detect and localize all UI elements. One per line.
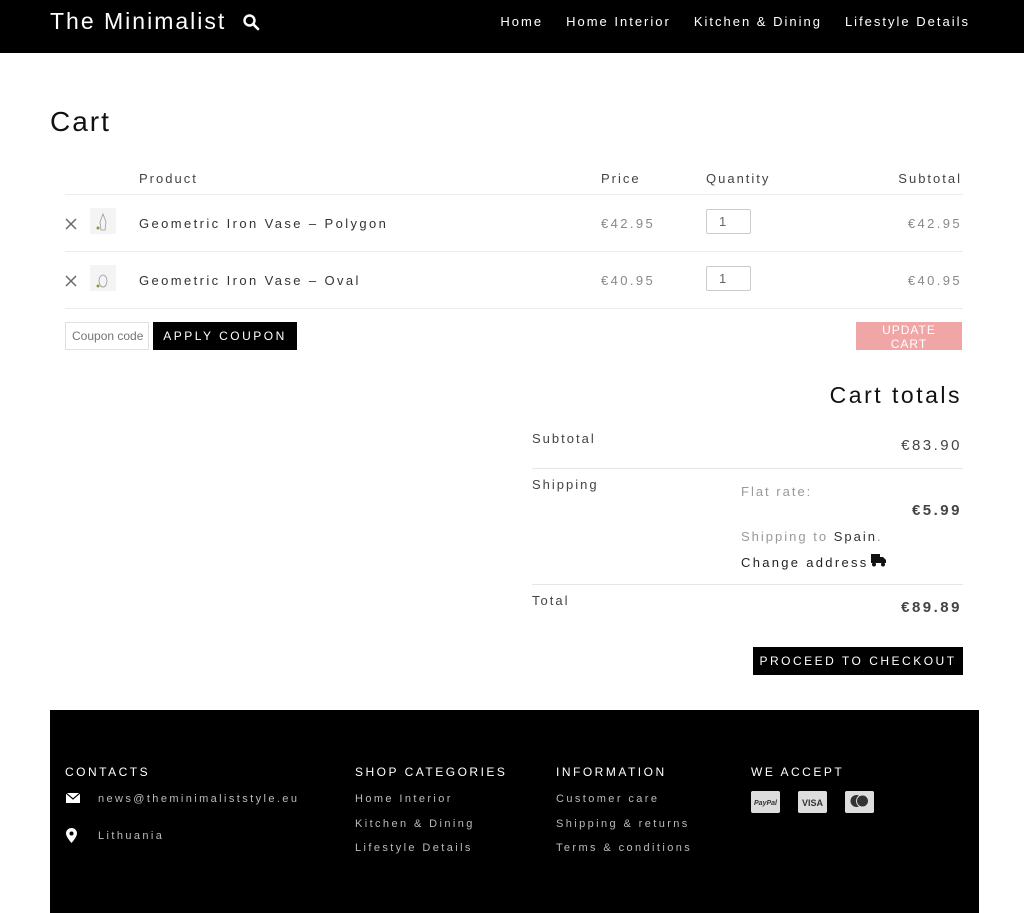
change-address-link[interactable]: Change address — [741, 555, 869, 570]
column-header-subtotal: Subtotal — [898, 171, 962, 186]
paypal-icon: PayPal — [751, 791, 780, 813]
remove-item-icon[interactable] — [64, 217, 78, 231]
subtotal-value: €83.90 — [901, 437, 962, 454]
footer-link-home-interior[interactable]: Home Interior — [355, 793, 453, 805]
product-price: €42.95 — [601, 216, 656, 231]
truck-icon[interactable] — [871, 554, 886, 567]
shipping-label: Shipping — [532, 477, 599, 492]
mastercard-icon — [845, 791, 874, 813]
top-navigation-bar: The Minimalist Home Home Interior Kitche… — [0, 0, 1024, 53]
subtotal-label: Subtotal — [532, 431, 596, 446]
column-header-product: Product — [139, 171, 198, 186]
footer-we-accept-title: WE ACCEPT — [751, 765, 845, 779]
totals-divider — [532, 584, 963, 585]
product-thumbnail[interactable] — [90, 265, 116, 291]
total-value: €89.89 — [901, 599, 962, 616]
footer-link-shipping-returns[interactable]: Shipping & returns — [556, 818, 690, 830]
main-nav: Home Home Interior Kitchen & Dining Life… — [500, 14, 970, 29]
footer-email[interactable]: news@theminimaliststyle.eu — [98, 793, 299, 805]
column-header-price: Price — [601, 171, 641, 186]
shipping-to-prefix: Shipping to — [741, 529, 829, 544]
shipping-country: Spain — [833, 529, 877, 544]
page-title: Cart — [50, 106, 111, 137]
nav-home-interior[interactable]: Home Interior — [566, 14, 671, 29]
footer-link-terms-conditions[interactable]: Terms & conditions — [556, 842, 692, 854]
search-icon[interactable] — [242, 13, 260, 31]
column-header-quantity: Quantity — [706, 171, 771, 186]
table-row: Geometric Iron Vase – Polygon €42.95 €42… — [0, 195, 1024, 251]
row-subtotal: €42.95 — [907, 216, 962, 231]
shipping-method: Flat rate: — [741, 484, 813, 499]
coupon-code-input[interactable] — [65, 322, 149, 350]
nav-home[interactable]: Home — [500, 14, 543, 29]
total-label: Total — [532, 593, 570, 608]
apply-coupon-button[interactable]: APPLY COUPON — [153, 322, 297, 350]
totals-divider — [532, 468, 963, 469]
nav-kitchen-dining[interactable]: Kitchen & Dining — [694, 14, 822, 29]
table-row: Geometric Iron Vase – Oval €40.95 €40.95 — [0, 252, 1024, 308]
paypal-label: PayPal — [754, 800, 778, 807]
footer-location: Lithuania — [98, 830, 165, 842]
remove-item-icon[interactable] — [64, 274, 78, 288]
footer-link-customer-care[interactable]: Customer care — [556, 793, 659, 805]
footer-link-lifestyle-details[interactable]: Lifestyle Details — [355, 842, 473, 854]
shipping-destination: Shipping to Spain. — [741, 529, 883, 544]
site-logo[interactable]: The Minimalist — [50, 8, 226, 35]
product-price: €40.95 — [601, 273, 656, 288]
proceed-to-checkout-button[interactable]: PROCEED TO CHECKOUT — [753, 647, 963, 675]
footer-information-title: INFORMATION — [556, 765, 667, 779]
quantity-input[interactable] — [706, 266, 751, 291]
envelope-icon — [66, 793, 80, 803]
site-footer: CONTACTS news@theminimaliststyle.eu Lith… — [50, 710, 979, 913]
product-name-link[interactable]: Geometric Iron Vase – Polygon — [139, 216, 388, 231]
shipping-to-suffix: . — [876, 529, 883, 544]
map-pin-icon — [66, 828, 77, 843]
shipping-value: €5.99 — [911, 502, 962, 519]
footer-link-kitchen-dining[interactable]: Kitchen & Dining — [355, 818, 475, 830]
visa-icon: VISA — [798, 791, 827, 813]
visa-label: VISA — [802, 798, 824, 808]
quantity-input[interactable] — [706, 209, 751, 234]
footer-shop-categories-title: SHOP CATEGORIES — [355, 765, 508, 779]
row-subtotal: €40.95 — [907, 273, 962, 288]
product-thumbnail[interactable] — [90, 208, 116, 234]
cart-totals-title: Cart totals — [829, 382, 962, 408]
nav-lifestyle-details[interactable]: Lifestyle Details — [845, 14, 970, 29]
update-cart-button[interactable]: UPDATE CART — [856, 322, 962, 351]
table-divider — [65, 308, 963, 309]
product-name-link[interactable]: Geometric Iron Vase – Oval — [139, 273, 361, 288]
footer-contacts-title: CONTACTS — [65, 765, 151, 779]
